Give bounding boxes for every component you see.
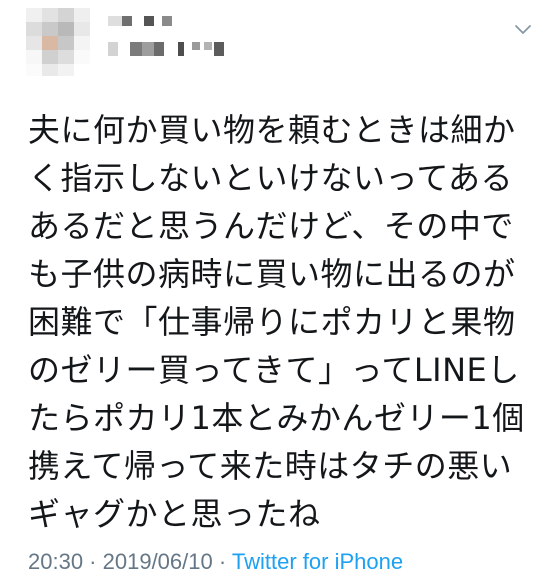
tweet-text-line: も子供の病時に買い物に出るのが [28, 255, 516, 293]
tweet-text-line: たらポカリ1本とみかんゼリー1個 [28, 399, 525, 437]
author-name-censored[interactable] [108, 16, 258, 68]
tweet-time[interactable]: 20:30 [28, 549, 83, 574]
tweet-card: 夫に何か買い物を頼むときは細か く指示しないといけないってある あるだと思うんだ… [0, 0, 550, 588]
tweet-source-link[interactable]: Twitter for iPhone [232, 549, 403, 574]
tweet-text-line: 携えて帰って来た時はタチの悪い [28, 447, 513, 485]
chevron-down-icon[interactable] [514, 22, 532, 36]
tweet-text-line: のゼリー買ってきて」ってLINEし [28, 351, 520, 389]
tweet-text-line: 困難で「仕事帰りにポカリと果物 [28, 303, 516, 341]
tweet-date[interactable]: 2019/06/10 [103, 549, 213, 574]
tweet-text: 夫に何か買い物を頼むときは細か く指示しないといけないってある あるだと思うんだ… [28, 106, 528, 538]
tweet-text-line: く指示しないといけないってある [28, 159, 513, 197]
meta-separator: · [212, 549, 232, 574]
meta-separator: · [83, 549, 103, 574]
avatar[interactable] [26, 8, 90, 76]
tweet-text-line: あるだと思うんだけど、その中で [28, 207, 514, 245]
tweet-text-line: 夫に何か買い物を頼むときは細か [28, 111, 516, 149]
tweet-text-line: ギャグかと思ったね [28, 495, 321, 533]
tweet-metadata: 20:30 · 2019/06/10 · Twitter for iPhone [28, 549, 403, 575]
